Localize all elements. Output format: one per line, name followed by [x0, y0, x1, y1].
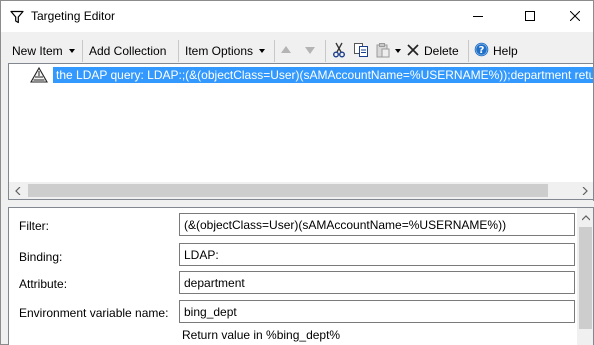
- toolbar: New Item Add Collection Item Options Del…: [1, 37, 593, 65]
- cut-icon: [331, 42, 347, 61]
- properties-panel: Filter: Binding: Attribute: Environment …: [8, 207, 594, 345]
- toolbar-separator: [82, 40, 83, 62]
- help-label: Help: [493, 44, 518, 58]
- attribute-label: Attribute:: [19, 277, 68, 291]
- cut-button[interactable]: [331, 40, 347, 62]
- chevron-right-icon: [582, 184, 588, 198]
- maximize-button[interactable]: [507, 1, 553, 32]
- item-options-button[interactable]: Item Options: [185, 40, 266, 62]
- copy-icon: [353, 42, 369, 61]
- move-down-icon: [304, 44, 316, 59]
- chevron-down-icon: [395, 49, 401, 53]
- move-up-button[interactable]: [280, 40, 292, 62]
- delete-button[interactable]: Delete: [407, 40, 459, 62]
- new-item-button[interactable]: New Item: [12, 40, 75, 62]
- horizontal-scroll-thumb[interactable]: [28, 184, 548, 197]
- toolbar-separator: [468, 40, 469, 62]
- window-title: Targeting Editor: [31, 9, 116, 23]
- return-value-note: Return value in %bing_dept%: [182, 328, 341, 342]
- move-up-icon: [280, 44, 292, 59]
- filter-label: Filter:: [19, 219, 49, 233]
- targeting-editor-window: Targeting Editor New Item Add Collection…: [0, 0, 594, 345]
- maximize-icon: [525, 10, 535, 24]
- copy-button[interactable]: [353, 40, 369, 62]
- title-bar: Targeting Editor: [1, 1, 593, 32]
- close-icon: [569, 10, 581, 24]
- vertical-scrollbar[interactable]: [577, 208, 593, 345]
- filter-funnel-icon: [10, 10, 24, 24]
- binding-label: Binding:: [19, 250, 63, 264]
- env-var-label: Environment variable name:: [19, 306, 169, 320]
- svg-text:?: ?: [479, 45, 485, 56]
- targeting-item-tree[interactable]: the LDAP query: LDAP:;(&(objectClass=Use…: [8, 63, 594, 200]
- filter-input[interactable]: [179, 213, 575, 236]
- tree-item[interactable]: the LDAP query: LDAP:;(&(objectClass=Use…: [9, 66, 593, 84]
- vertical-scroll-thumb[interactable]: [579, 227, 592, 329]
- add-collection-button[interactable]: Add Collection: [89, 40, 166, 62]
- minimize-icon: [473, 10, 483, 24]
- ldap-query-icon: [30, 66, 50, 83]
- horizontal-scrollbar[interactable]: [9, 182, 593, 199]
- chevron-down-icon: [68, 49, 75, 53]
- scroll-left-button[interactable]: [9, 182, 26, 199]
- chevron-up-icon: [581, 210, 590, 224]
- attribute-input[interactable]: [179, 271, 575, 294]
- env-var-input[interactable]: [179, 300, 575, 323]
- new-item-label: New Item: [12, 44, 63, 58]
- close-button[interactable]: [552, 1, 594, 32]
- help-icon: ?: [474, 42, 489, 60]
- paste-icon: [375, 42, 391, 61]
- tree-item-label: the LDAP query: LDAP:;(&(objectClass=Use…: [53, 67, 593, 83]
- scroll-right-button[interactable]: [576, 182, 593, 199]
- binding-input[interactable]: [179, 243, 575, 266]
- add-collection-label: Add Collection: [89, 44, 167, 58]
- delete-icon: [407, 43, 419, 59]
- delete-label: Delete: [424, 44, 459, 58]
- chevron-left-icon: [14, 184, 21, 198]
- toolbar-separator: [274, 40, 275, 62]
- paste-button[interactable]: [375, 40, 401, 62]
- toolbar-separator: [178, 40, 179, 62]
- chevron-down-icon: [259, 49, 266, 53]
- scroll-up-button[interactable]: [577, 208, 593, 225]
- minimize-button[interactable]: [455, 1, 501, 32]
- toolbar-separator: [325, 40, 326, 62]
- help-button[interactable]: ? Help: [474, 40, 518, 62]
- item-options-label: Item Options: [185, 44, 254, 58]
- move-down-button[interactable]: [304, 40, 316, 62]
